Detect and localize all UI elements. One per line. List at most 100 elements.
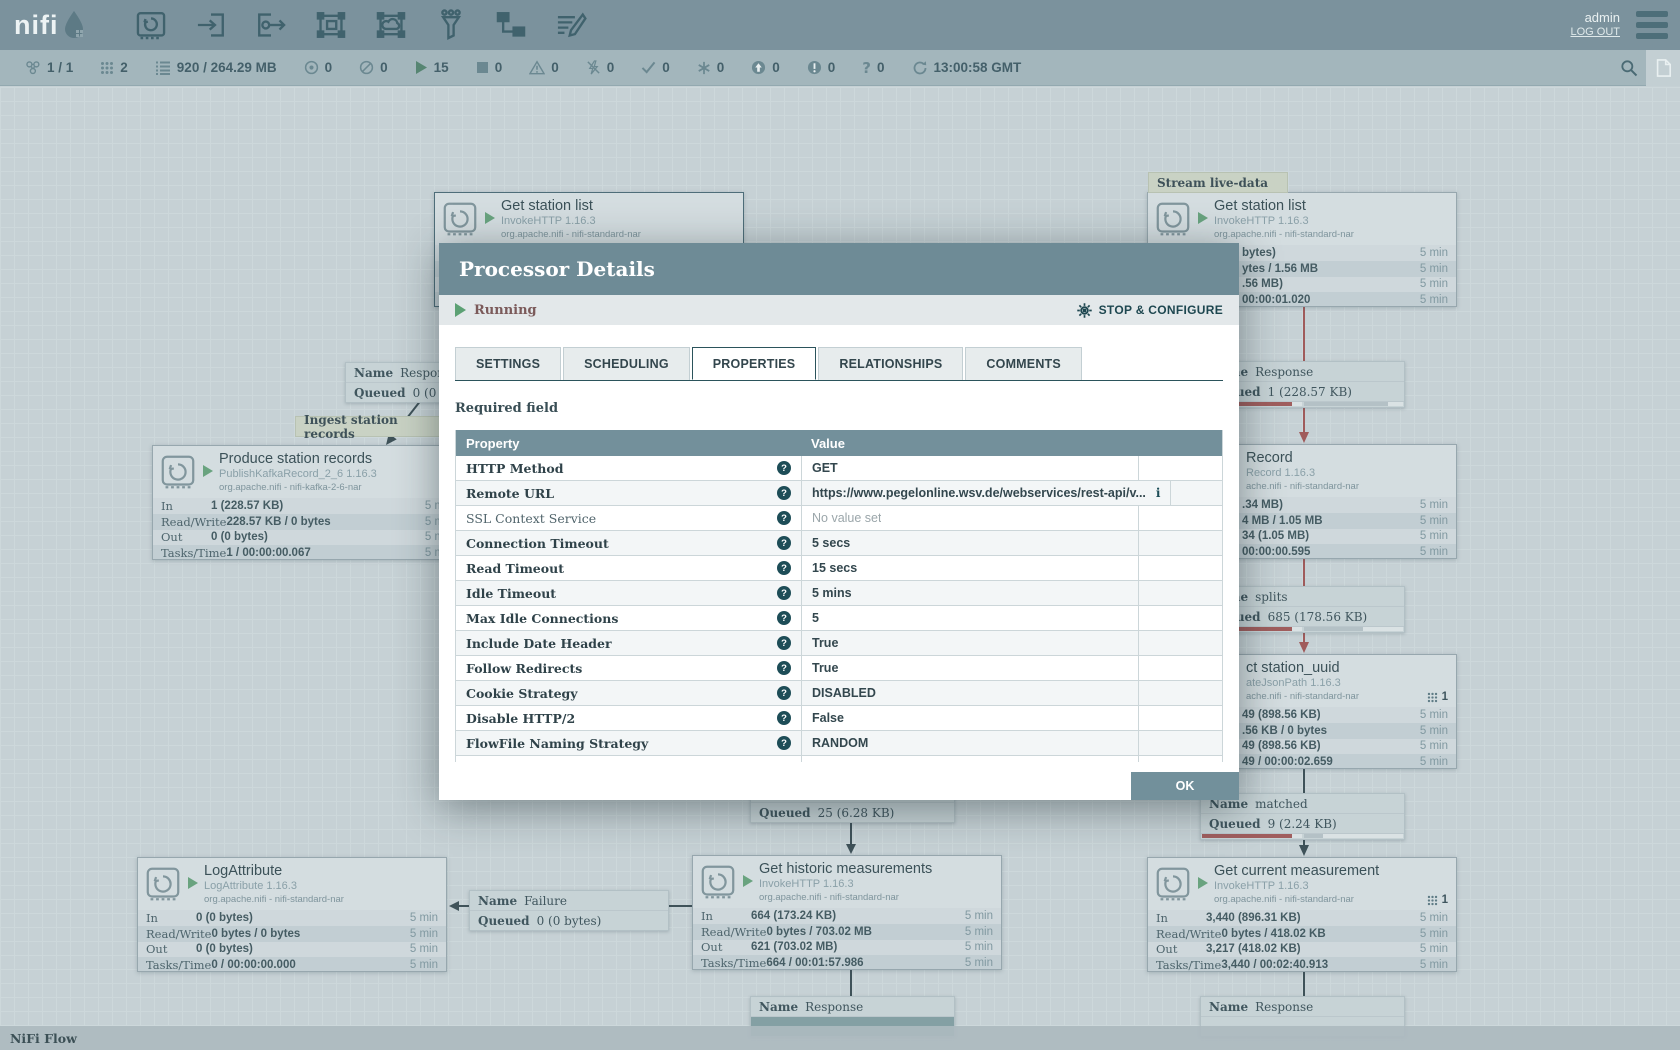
invalid-icon xyxy=(529,60,545,75)
remote-process-group-tool-icon[interactable] xyxy=(372,5,410,45)
processor-card-get-current-measurement[interactable]: Get current measurement InvokeHTTP 1.16.… xyxy=(1147,857,1457,972)
running-icon xyxy=(455,303,466,317)
nifi-logo-text: nifi xyxy=(14,12,59,39)
property-row: Follow Redirects ? True xyxy=(456,656,1222,681)
component-toolbar xyxy=(132,5,590,45)
gear-icon xyxy=(1076,302,1093,319)
running-indicator-icon xyxy=(1198,212,1208,224)
stopped-status: 0 xyxy=(476,60,503,75)
connection-arrow xyxy=(449,901,459,911)
connection-label-failure[interactable]: NameFailureQueued0 (0 bytes) xyxy=(469,890,669,931)
help-icon[interactable]: ? xyxy=(777,636,791,650)
help-icon[interactable]: ? xyxy=(777,561,791,575)
locally-modified-stale-status: 0 xyxy=(807,60,836,75)
threads-grid-icon xyxy=(1427,895,1438,906)
stale-status: 0 xyxy=(751,60,780,75)
app-header: nifi admin LOG OUT xyxy=(0,0,1680,50)
processor-stat-row: In664 (173.24 KB)5 min xyxy=(693,908,1001,924)
disabled-status: 0 xyxy=(586,60,615,75)
output-port-tool-icon[interactable] xyxy=(252,5,290,45)
processor-stat-row: Read/Write0 bytes / 0 bytes5 min xyxy=(138,926,446,942)
label-tool-icon[interactable] xyxy=(552,5,590,45)
properties-table-header: Property Value xyxy=(456,430,1222,456)
help-icon[interactable]: ? xyxy=(777,736,791,750)
running-indicator-icon xyxy=(1198,877,1208,889)
processor-icon xyxy=(1155,201,1191,242)
processor-stat-row: Out0 (0 bytes)5 min xyxy=(138,942,446,958)
active-threads-badge: 1 xyxy=(1427,691,1448,703)
property-column-header: Property xyxy=(456,436,801,451)
info-icon[interactable]: i xyxy=(1156,486,1161,500)
property-row: Disable HTTP/2 ? False xyxy=(456,706,1222,731)
locally-modified-stale-icon xyxy=(807,60,822,75)
property-row: SSL Context Service ? No value set xyxy=(456,506,1222,531)
input-port-tool-icon[interactable] xyxy=(192,5,230,45)
stale-icon xyxy=(751,60,766,75)
queued-list-icon xyxy=(155,60,171,75)
help-icon[interactable]: ? xyxy=(777,686,791,700)
doc-icon xyxy=(1654,58,1672,78)
stopped-icon xyxy=(476,61,489,74)
run-status-text: Running xyxy=(474,303,537,318)
queued-status: 920 / 264.29 MB xyxy=(155,60,277,75)
logout-link[interactable]: LOG OUT xyxy=(1570,26,1620,40)
running-indicator-icon xyxy=(203,465,213,477)
help-icon[interactable]: ? xyxy=(777,586,791,600)
processor-stat-row: Out0 (0 bytes)5 min xyxy=(153,530,461,546)
dialog-status-row: Running STOP & CONFIGURE xyxy=(439,295,1239,325)
transmitting-icon xyxy=(304,60,319,75)
tab-scheduling[interactable]: SCHEDULING xyxy=(563,347,690,380)
connection-label-row: NameFailure xyxy=(470,891,668,911)
processor-card-produce-station-records[interactable]: Produce station records PublishKafkaReco… xyxy=(152,445,462,560)
search-icon[interactable] xyxy=(1612,50,1646,86)
process-group-tool-icon[interactable] xyxy=(312,5,350,45)
active-threads-status: 2 xyxy=(100,60,128,75)
processor-icon xyxy=(1155,866,1191,907)
status-bar: 1 / 1 2 920 / 264.29 MB 0 0 15 0 0 xyxy=(0,50,1680,86)
processor-card-log-attribute[interactable]: LogAttribute LogAttribute 1.16.3 org.apa… xyxy=(137,857,447,972)
bulletin-doc-button[interactable] xyxy=(1646,50,1680,86)
breadcrumb[interactable]: NiFi Flow xyxy=(10,1031,77,1046)
connection-arrow xyxy=(1299,432,1309,443)
connection-label-row: Queued0 (0 bytes) xyxy=(470,911,668,930)
transmitting-status: 0 xyxy=(304,60,333,75)
cluster-icon xyxy=(24,59,41,76)
connection-label-row: NameResponse xyxy=(1201,997,1404,1017)
help-icon[interactable]: ? xyxy=(777,511,791,525)
stop-and-configure-button[interactable]: STOP & CONFIGURE xyxy=(1076,302,1223,319)
tab-comments[interactable]: COMMENTS xyxy=(965,347,1082,380)
locally-modified-icon xyxy=(697,61,711,75)
help-icon[interactable]: ? xyxy=(777,486,791,500)
nifi-logo: nifi xyxy=(14,10,118,40)
canvas-label[interactable]: Ingest station records xyxy=(295,416,440,437)
help-icon[interactable]: ? xyxy=(777,661,791,675)
canvas-label[interactable]: Stream live-data xyxy=(1148,172,1288,193)
sync-failure-status: ? 0 xyxy=(862,59,884,77)
template-tool-icon[interactable] xyxy=(492,5,530,45)
invalid-status: 0 xyxy=(529,60,559,75)
processor-stat-row: Out621 (703.02 MB)5 min xyxy=(693,940,1001,956)
property-row: Connection Timeout ? 5 secs xyxy=(456,531,1222,556)
connection-arrow xyxy=(1299,642,1309,653)
tab-settings[interactable]: SETTINGS xyxy=(455,347,561,380)
property-row: Cookie Strategy ? DISABLED xyxy=(456,681,1222,706)
funnel-tool-icon[interactable] xyxy=(432,5,470,45)
processor-details-dialog: Processor Details Running STOP & CONFIGU… xyxy=(439,243,1239,800)
help-icon[interactable]: ? xyxy=(777,536,791,550)
dialog-tabs: SETTINGSSCHEDULINGPROPERTIESRELATIONSHIP… xyxy=(455,347,1223,381)
processor-card-get-historic-measurements[interactable]: Get historic measurements InvokeHTTP 1.1… xyxy=(692,855,1002,970)
tab-properties[interactable]: PROPERTIES xyxy=(692,347,817,380)
active-threads-badge: 1 xyxy=(1427,894,1448,906)
help-icon[interactable]: ? xyxy=(777,711,791,725)
property-row: Max Idle Connections ? 5 xyxy=(456,606,1222,631)
connection-label-matched[interactable]: NamematchedQueued9 (2.24 KB) xyxy=(1200,793,1405,840)
help-icon[interactable]: ? xyxy=(777,611,791,625)
required-field-note: Required field xyxy=(455,401,1223,416)
help-icon[interactable]: ? xyxy=(777,461,791,475)
processor-stat-row: In1 (228.57 KB)5 min xyxy=(153,498,461,514)
tab-relationships[interactable]: RELATIONSHIPS xyxy=(818,347,963,380)
processor-tool-icon[interactable] xyxy=(132,5,170,45)
connection-arrow xyxy=(1299,845,1309,856)
ok-button[interactable]: OK xyxy=(1131,772,1239,800)
global-menu-icon[interactable] xyxy=(1636,11,1668,39)
